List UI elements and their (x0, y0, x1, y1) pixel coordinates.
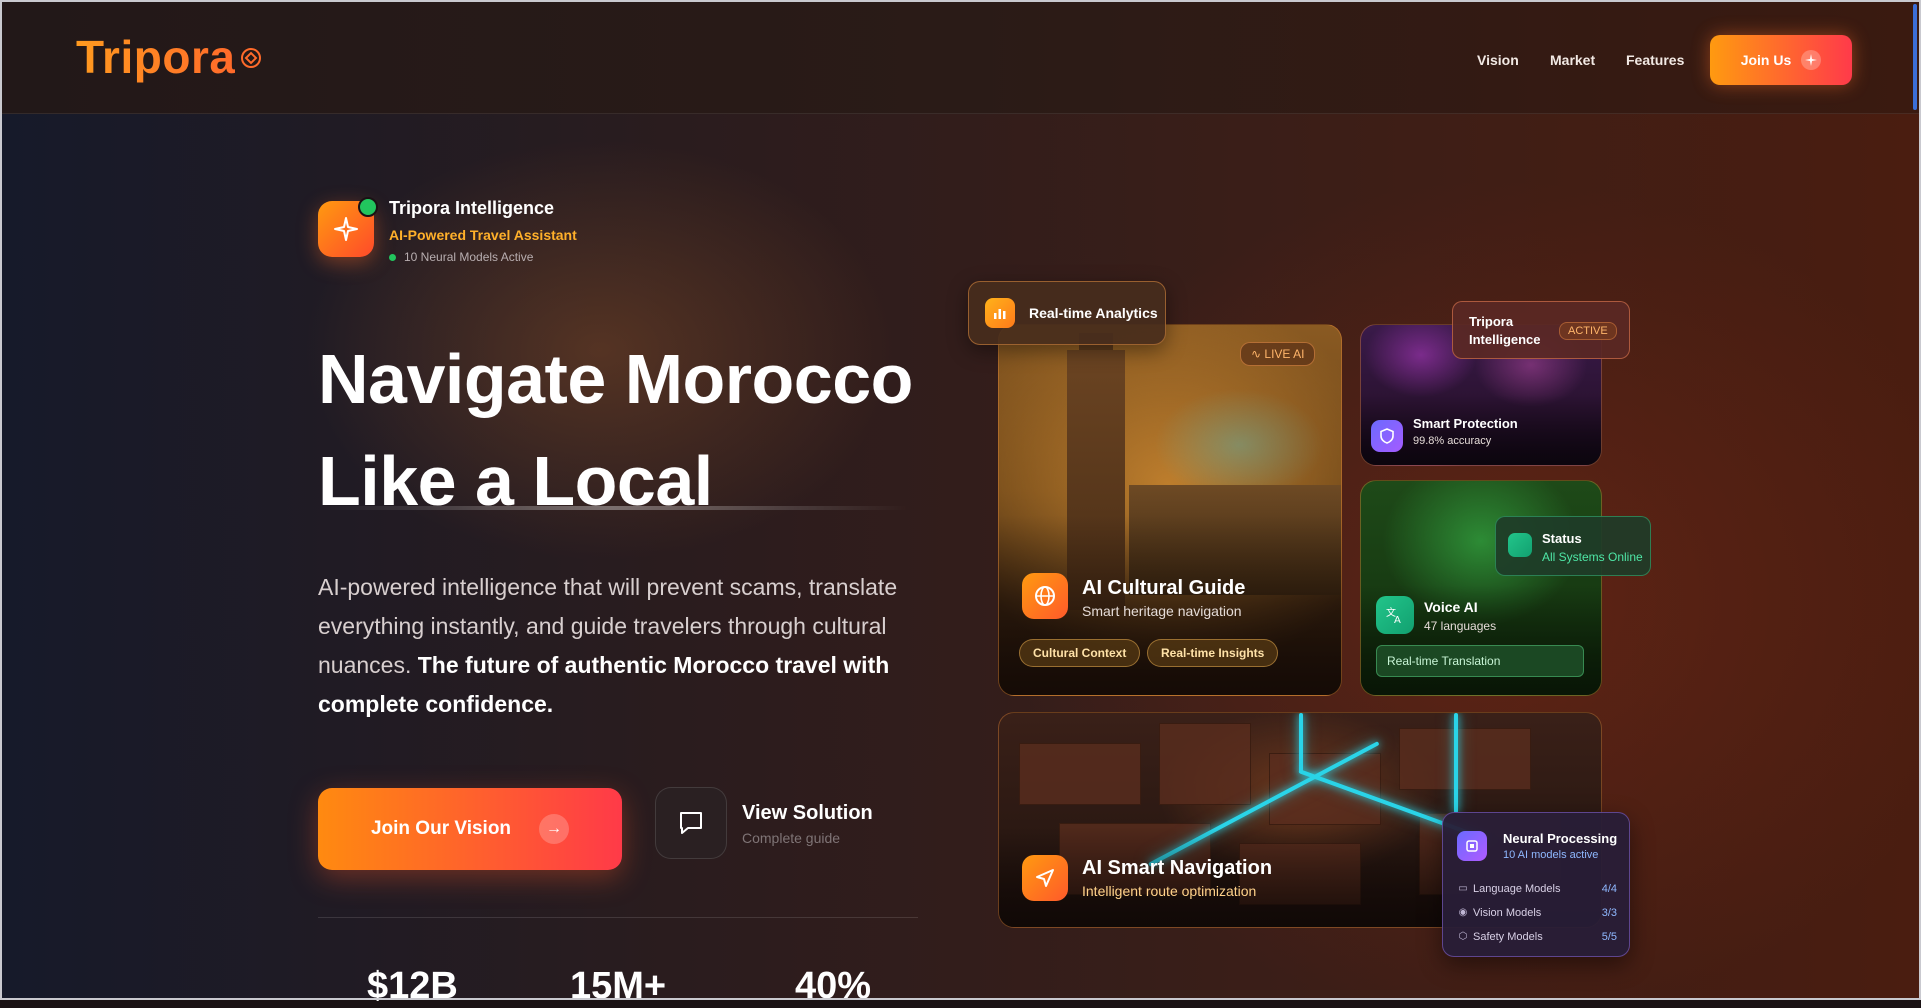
sparkle-icon (1801, 50, 1822, 70)
arrow-right-icon: → (539, 814, 570, 844)
chat-icon[interactable] (655, 787, 727, 859)
stat-percent: 40% (795, 965, 872, 1007)
protection-title: Smart Protection (1413, 416, 1518, 431)
status-icon (1508, 533, 1532, 557)
cultural-guide-card[interactable]: ∿ LIVE AI AI Cultural Guide Smart herita… (998, 324, 1342, 696)
bar-chart-icon (985, 298, 1015, 328)
view-solution-sub: Complete guide (742, 830, 841, 846)
status-badge: Status All Systems Online (1495, 516, 1651, 576)
eye-icon: ◉ (1458, 907, 1468, 918)
stat-market: $12B (367, 965, 458, 1007)
cpu-icon (1457, 831, 1487, 861)
model-row-safety: ⬡ Safety Models 5/5 (1457, 931, 1617, 943)
hero-description: AI-powered intelligence that will preven… (318, 568, 938, 724)
chip-realtime-insights[interactable]: Real-time Insights (1147, 639, 1279, 667)
navigation-arrow-icon (1022, 855, 1068, 901)
status-sub: All Systems Online (1542, 550, 1643, 564)
top-navbar: Tripora Vision Market Features Join Us (2, 2, 1919, 114)
headline-line-1: Navigate Morocco (318, 340, 913, 418)
page-background (0, 0, 1921, 1000)
intel-title: Tripora Intelligence (389, 198, 555, 218)
analytics-label: Real-time Analytics (1029, 305, 1158, 321)
model-value: 4/4 (1601, 883, 1617, 895)
status-title: Status (1542, 531, 1582, 546)
join-vision-label: Join Our Vision (370, 818, 512, 839)
navigation-title: AI Smart Navigation (1082, 857, 1273, 879)
model-label: Language Models (1473, 883, 1561, 895)
view-solution-link[interactable]: View Solution (742, 802, 873, 825)
model-value: 3/3 (1601, 907, 1617, 919)
status-dot-icon (389, 253, 396, 261)
model-label: Safety Models (1473, 931, 1543, 943)
logo-mark-icon (241, 48, 261, 68)
globe-icon (1022, 573, 1068, 619)
hero-headline: Navigate Morocco Like a Local (318, 328, 913, 532)
join-vision-button[interactable]: Join Our Vision → (318, 788, 622, 870)
page-scrollbar[interactable] (1913, 4, 1917, 110)
neural-title: Neural Processing (1503, 831, 1618, 846)
pulse-icon: ∿ (1251, 347, 1265, 361)
model-value: 5/5 (1601, 931, 1617, 943)
chip-cultural-context[interactable]: Cultural Context (1019, 639, 1141, 667)
intel-status-text: 10 Neural Models Active (404, 250, 534, 264)
intel-status: 10 Neural Models Active (389, 250, 533, 264)
route-line (1454, 713, 1458, 813)
live-ai-badge: ∿ LIVE AI (1240, 342, 1316, 366)
online-indicator (358, 197, 378, 217)
model-row-language: ▭ Language Models 4/4 (1457, 883, 1617, 895)
tripora-intelligence-badge: Tripora Intelligence ACTIVE (1452, 301, 1630, 359)
active-tag: ACTIVE (1559, 322, 1617, 340)
neural-sub: 10 AI models active (1503, 849, 1599, 861)
nav-link-market[interactable]: Market (1550, 52, 1595, 68)
nav-link-features[interactable]: Features (1626, 52, 1684, 68)
cultural-guide-sub: Smart heritage navigation (1082, 603, 1242, 619)
realtime-analytics-badge: Real-time Analytics (968, 281, 1166, 345)
cultural-guide-title: AI Cultural Guide (1082, 577, 1246, 599)
tripora-badge-title: Tripora Intelligence (1469, 314, 1541, 347)
shield-small-icon: ⬡ (1458, 931, 1468, 942)
intel-subtitle: AI-Powered Travel Assistant (389, 227, 577, 243)
join-us-button[interactable]: Join Us (1710, 35, 1852, 85)
translate-icon: 文A (1376, 596, 1414, 634)
stat-travelers: 15M+ (570, 965, 667, 1007)
join-us-label: Join Us (1740, 52, 1792, 68)
model-row-vision: ◉ Vision Models 3/3 (1457, 907, 1617, 919)
voice-ai-sub: 47 languages (1424, 619, 1497, 633)
navigation-sub: Intelligent route optimization (1082, 883, 1257, 899)
nav-link-vision[interactable]: Vision (1477, 52, 1519, 68)
headline-line-2: Like a Local (318, 442, 713, 520)
neural-processing-panel: Neural Processing 10 AI models active ▭ … (1442, 812, 1630, 957)
svg-text:A: A (1394, 615, 1401, 625)
headline-underline (318, 506, 908, 510)
route-line (1299, 713, 1303, 773)
brand-logo[interactable]: Tripora (76, 30, 235, 84)
protection-sub: 99.8% accuracy (1413, 435, 1492, 447)
message-icon: ▭ (1458, 883, 1468, 894)
shield-icon (1371, 420, 1403, 452)
voice-ai-title: Voice AI (1424, 599, 1478, 615)
stats-divider (318, 917, 918, 918)
realtime-translation-bar[interactable]: Real-time Translation (1376, 645, 1584, 677)
model-label: Vision Models (1473, 907, 1542, 919)
